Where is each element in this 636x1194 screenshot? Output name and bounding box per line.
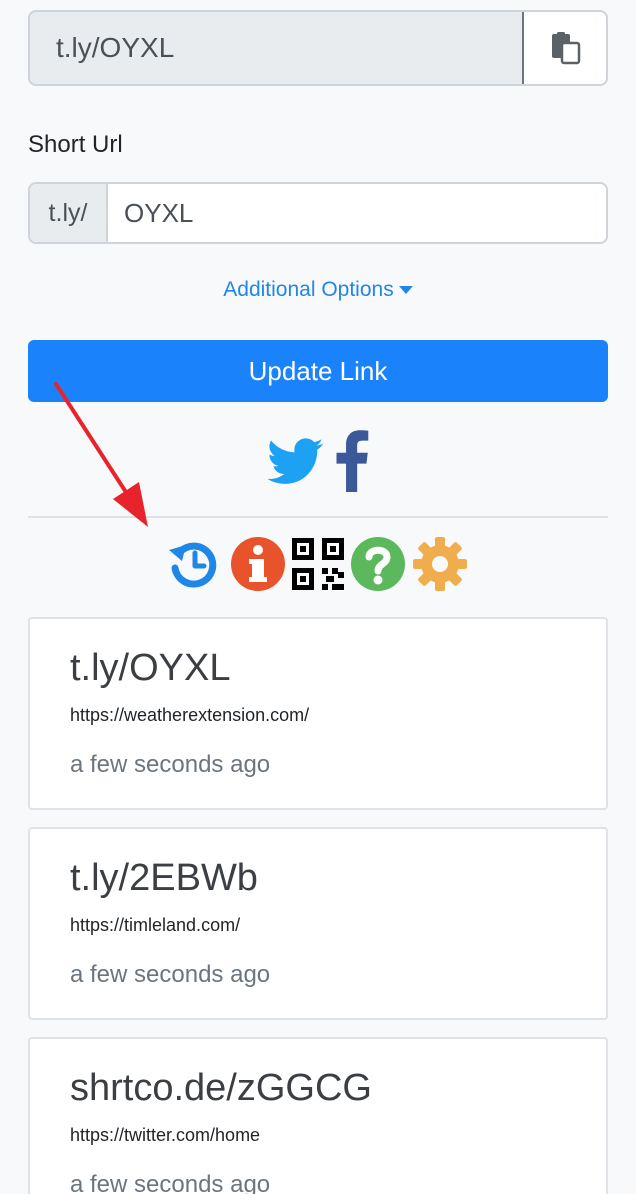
- link-short-url[interactable]: t.ly/OYXL: [70, 647, 231, 690]
- link-long-url: https://weatherextension.com/: [70, 705, 310, 725]
- link-timestamp: a few seconds ago: [70, 1171, 271, 1194]
- link-long-url: https://timleland.com/: [70, 915, 241, 935]
- short-url-input[interactable]: [108, 184, 606, 242]
- link-long-url: https://twitter.com/home: [70, 1125, 261, 1145]
- additional-options-toggle[interactable]: Additional Options: [0, 278, 636, 302]
- link-short-url[interactable]: shrtco.de/zGGCG: [70, 1067, 372, 1110]
- update-link-button[interactable]: Update Link: [28, 340, 608, 402]
- help-icon[interactable]: [350, 536, 406, 592]
- facebook-icon[interactable]: [334, 430, 370, 492]
- copy-button[interactable]: [522, 12, 606, 84]
- settings-icon[interactable]: [412, 536, 468, 592]
- qr-code-icon[interactable]: [290, 536, 346, 592]
- copy-url-group: t.ly/OYXL: [28, 10, 608, 86]
- link-short-url[interactable]: t.ly/2EBWb: [70, 857, 258, 900]
- short-url-label: Short Url: [28, 131, 123, 158]
- link-card[interactable]: shrtco.de/zGGCG https://twitter.com/home…: [28, 1037, 608, 1194]
- twitter-icon[interactable]: [268, 430, 324, 492]
- link-timestamp: a few seconds ago: [70, 961, 271, 988]
- link-card[interactable]: t.ly/2EBWb https://timleland.com/ a few …: [28, 827, 608, 1020]
- link-card[interactable]: t.ly/OYXL https://weatherextension.com/ …: [28, 617, 608, 810]
- current-short-url: t.ly/OYXL: [56, 32, 175, 63]
- info-icon[interactable]: [230, 536, 286, 592]
- additional-options-label: Additional Options: [223, 278, 394, 301]
- history-icon[interactable]: [166, 536, 222, 592]
- caret-down-icon: [398, 286, 413, 295]
- short-url-input-group: t.ly/: [28, 182, 608, 244]
- clipboard-icon: [552, 32, 581, 65]
- short-url-prefix: t.ly/: [30, 184, 108, 242]
- link-timestamp: a few seconds ago: [70, 751, 271, 778]
- divider: [28, 516, 608, 518]
